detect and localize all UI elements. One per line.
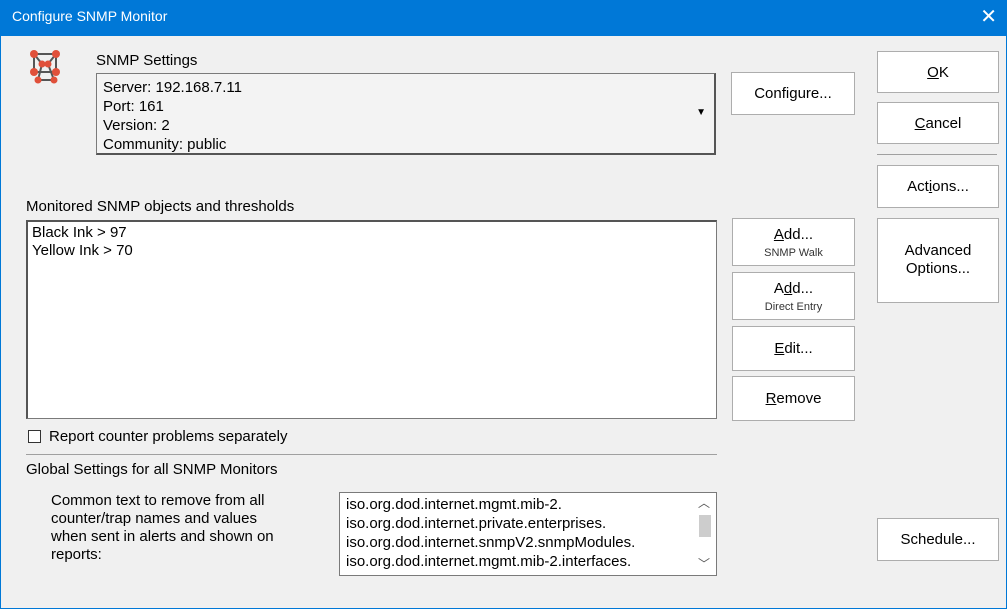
actions-label: Actions... xyxy=(907,178,969,195)
add-direct-sublabel: Direct Entry xyxy=(764,300,823,313)
community-line: Community: public xyxy=(103,136,227,153)
global-settings-heading: Global Settings for all SNMP Monitors xyxy=(26,461,278,478)
schedule-button[interactable]: Schedule... xyxy=(877,518,999,561)
server-line: Server: 192.168.7.11 xyxy=(103,79,242,96)
remove-text-line: iso.org.dod.internet.private.enterprises… xyxy=(346,515,607,532)
remove-label: Remove xyxy=(765,390,822,407)
list-item[interactable]: Yellow Ink > 70 xyxy=(32,242,133,260)
snmp-settings-heading: SNMP Settings xyxy=(96,52,198,69)
monitored-objects-list[interactable]: Black Ink > 97 Yellow Ink > 70 xyxy=(26,220,717,419)
remove-text-line: iso.org.dod.internet.mgmt.mib-2. xyxy=(346,496,562,513)
add-direct-label: Add... xyxy=(773,279,814,297)
remove-button[interactable]: Remove xyxy=(732,376,855,421)
vertical-scrollbar[interactable]: ︿ ﹀ xyxy=(695,493,715,575)
schedule-label: Schedule... xyxy=(900,531,976,548)
advanced-label-line1: Advanced xyxy=(904,242,972,259)
scroll-up-icon[interactable]: ︿ xyxy=(698,494,710,511)
actions-button[interactable]: Actions... xyxy=(877,165,999,208)
remove-text-textarea[interactable]: iso.org.dod.internet.mgmt.mib-2. iso.org… xyxy=(339,492,717,576)
snmp-settings-dropdown[interactable]: Server: 192.168.7.11 Port: 161 Version: … xyxy=(96,73,716,155)
chevron-down-icon[interactable]: ▼ xyxy=(696,107,706,118)
add-walk-sublabel: SNMP Walk xyxy=(764,246,823,259)
version-line: Version: 2 xyxy=(103,117,170,134)
port-line: Port: 161 xyxy=(103,98,164,115)
remove-text-line: iso.org.dod.internet.snmpV2.snmpModules. xyxy=(346,534,636,551)
cancel-button[interactable]: Cancel xyxy=(877,102,999,144)
configure-label: Configure... xyxy=(754,85,832,102)
edit-button[interactable]: Edit... xyxy=(732,326,855,371)
cancel-label: Cancel xyxy=(914,114,962,132)
molecule-icon xyxy=(26,46,66,86)
snmp-settings-values: Server: 192.168.7.11 Port: 161 Version: … xyxy=(103,78,242,154)
configure-button[interactable]: Configure... xyxy=(731,72,855,115)
advanced-options-button[interactable]: Advanced Options... xyxy=(877,218,999,303)
window-title: Configure SNMP Monitor xyxy=(12,8,168,24)
scrollbar-thumb[interactable] xyxy=(699,515,711,537)
edit-label: Edit... xyxy=(774,340,813,357)
add-snmp-walk-button[interactable]: Add... SNMP Walk xyxy=(732,218,855,266)
remove-text-description: Common text to remove from all counter/t… xyxy=(51,492,274,563)
ok-label: OK xyxy=(927,63,949,81)
add-direct-entry-button[interactable]: Add... Direct Entry xyxy=(732,272,855,320)
ok-button[interactable]: OK xyxy=(877,51,999,93)
add-walk-label: Add... xyxy=(773,225,814,243)
global-separator xyxy=(26,454,717,455)
report-counter-checkbox[interactable] xyxy=(28,430,41,443)
remove-text-line: iso.org.dod.internet.mgmt.mib-2.interfac… xyxy=(346,553,632,570)
title-bar: Configure SNMP Monitor ✕ xyxy=(0,0,1007,36)
scroll-down-icon[interactable]: ﹀ xyxy=(698,555,710,572)
monitored-heading: Monitored SNMP objects and thresholds xyxy=(26,198,295,215)
close-icon[interactable]: ✕ xyxy=(980,5,997,29)
advanced-label-line2: Options... xyxy=(905,260,971,277)
list-item[interactable]: Black Ink > 97 xyxy=(32,224,133,242)
right-separator xyxy=(877,154,997,155)
report-counter-label[interactable]: Report counter problems separately xyxy=(49,428,287,445)
